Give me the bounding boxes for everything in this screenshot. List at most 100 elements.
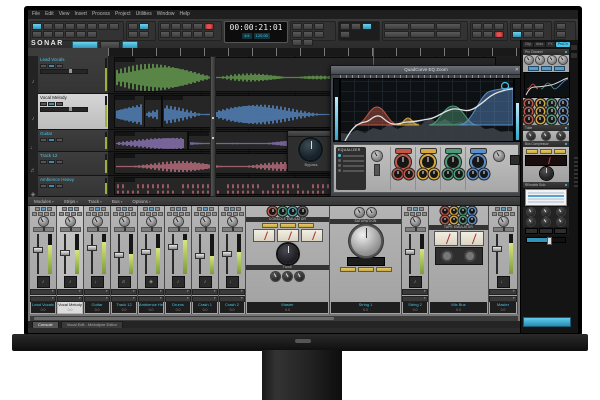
amber-button[interactable] <box>376 267 392 272</box>
strip-button[interactable] <box>119 212 124 216</box>
track-mute-solo-button[interactable] <box>56 160 63 164</box>
tube-knob[interactable] <box>271 272 280 281</box>
track-header-1[interactable]: Lead Vocals <box>38 56 108 94</box>
inspector-bottom-bar[interactable] <box>523 317 571 327</box>
strip-button[interactable] <box>236 207 241 211</box>
reverb-knob[interactable] <box>557 208 565 216</box>
eq-band-gain-knob[interactable] <box>397 156 409 168</box>
toolbar-button[interactable] <box>436 31 461 38</box>
drive-knob[interactable] <box>278 244 298 264</box>
eq-mini-knob[interactable] <box>537 116 544 123</box>
eq-mode-option[interactable] <box>338 164 364 167</box>
strip-button[interactable] <box>104 212 109 216</box>
channel-fader[interactable] <box>138 233 164 275</box>
strip-button[interactable] <box>155 207 160 211</box>
eq-band-enable-button[interactable] <box>445 148 462 154</box>
strip-button[interactable] <box>59 212 64 216</box>
strip-button[interactable] <box>35 207 40 211</box>
strip-name-cell[interactable]: Lead Vocals0.0 <box>31 302 55 313</box>
inspector-tab-fx[interactable]: FX <box>546 42 554 47</box>
mixer-strip-4[interactable]: ♬Track 120.0 <box>111 206 138 314</box>
strip-button[interactable] <box>510 212 515 216</box>
inspector-tab-clip[interactable]: Clip <box>523 42 533 47</box>
toolbar-button[interactable] <box>87 23 97 30</box>
menu-project[interactable]: Project <box>115 11 131 18</box>
input-select[interactable] <box>165 289 190 295</box>
strip-button[interactable] <box>71 212 76 216</box>
sat-small-knob[interactable] <box>355 208 364 217</box>
toolbar-button[interactable] <box>436 23 461 30</box>
toolbar-button[interactable] <box>76 23 86 30</box>
strip-button[interactable] <box>170 207 175 211</box>
pan-slider[interactable] <box>114 227 135 232</box>
track-mute-solo-button[interactable] <box>48 102 55 106</box>
mixer-strip-2[interactable]: ♪Vocal Melody0.0 <box>57 206 84 314</box>
amber-button[interactable] <box>280 223 296 228</box>
strip-button[interactable] <box>179 212 184 216</box>
strip-button[interactable] <box>89 207 94 211</box>
strip-name-cell[interactable]: String 10.0 <box>331 302 400 313</box>
strip-button[interactable] <box>131 212 136 216</box>
strip-button[interactable] <box>498 212 503 216</box>
menu-view[interactable]: View <box>59 11 70 18</box>
strip-button[interactable] <box>182 207 187 211</box>
mixer-strip-10[interactable]: SATURATION String 10.0 <box>330 206 402 314</box>
console-emulator-header[interactable]: CONSOLE EMULATOR <box>246 217 329 222</box>
toolbar-button[interactable] <box>303 39 313 46</box>
strip-button[interactable] <box>44 212 49 216</box>
strip-button[interactable] <box>128 207 133 211</box>
strip-button[interactable] <box>140 212 145 216</box>
eq-plugin-window[interactable]: QuadCurve EQ Zoom ✕ EQUALIZER <box>330 65 522 197</box>
eq-band-enable-button[interactable] <box>470 148 487 154</box>
strip-button[interactable] <box>143 207 148 211</box>
toolbar-button[interactable] <box>32 23 42 30</box>
tape-knob[interactable] <box>460 208 466 214</box>
toolbar-button[interactable] <box>303 31 313 38</box>
mini-plugin-knob[interactable] <box>300 139 321 160</box>
track-header-2[interactable]: Vocal Melody <box>38 94 108 130</box>
pan-slider[interactable] <box>141 227 162 232</box>
mixer-strip-1[interactable]: ♪Lead Vocals0.0 <box>30 206 57 314</box>
strip-button[interactable] <box>146 212 151 216</box>
strip-name-cell[interactable]: Drums0.0 <box>166 302 190 313</box>
fader-cap[interactable] <box>195 253 205 259</box>
blue-button[interactable] <box>528 66 539 71</box>
tape-header[interactable]: TAPE EMULATOR <box>429 225 488 230</box>
strip-button[interactable] <box>116 207 121 211</box>
saturation-header[interactable]: SATURATION <box>330 219 401 224</box>
dock-tab[interactable]: Vocal Edit - Melodyne Editor <box>61 321 123 328</box>
strip-button[interactable] <box>230 207 235 211</box>
channel-fader[interactable] <box>30 233 56 275</box>
toolbar-button[interactable] <box>182 31 192 38</box>
strip-button[interactable] <box>492 212 497 216</box>
toolbar-button[interactable] <box>494 31 504 38</box>
toolbar-button[interactable] <box>292 39 302 46</box>
toolbar-button[interactable] <box>340 31 350 38</box>
audio-clip[interactable] <box>114 95 146 128</box>
audio-clip[interactable] <box>162 95 354 128</box>
pan-knob[interactable] <box>174 217 183 226</box>
pan-slider[interactable] <box>87 227 108 232</box>
channel-fader[interactable] <box>57 233 83 275</box>
eq-band-freq-q-knob[interactable] <box>480 170 488 178</box>
strip-name-cell[interactable]: String 20.0 <box>403 302 427 313</box>
compressor-header[interactable]: Bus Compressor <box>523 141 569 147</box>
strip-button[interactable] <box>125 212 130 216</box>
strip-button[interactable] <box>239 212 244 216</box>
channel-fader[interactable] <box>219 233 245 275</box>
toolbar-button[interactable] <box>314 31 324 38</box>
pan-knob[interactable] <box>39 217 48 226</box>
fader-cap[interactable] <box>405 249 415 255</box>
console-menu-modules[interactable]: Modules <box>34 197 54 205</box>
reverb-knob[interactable] <box>527 218 535 226</box>
strip-name-cell[interactable]: Crash 10.0 <box>193 302 217 313</box>
prochannel-eq-graph[interactable] <box>524 72 570 98</box>
strip-button[interactable] <box>212 212 217 216</box>
strip-button[interactable] <box>200 212 205 216</box>
channel-fader[interactable] <box>111 233 137 275</box>
toolbar-button[interactable] <box>76 31 86 38</box>
amber-button[interactable] <box>298 223 314 228</box>
prochannel-knob[interactable] <box>536 56 544 64</box>
pan-slider[interactable] <box>168 227 189 232</box>
comp-big-knob[interactable] <box>540 167 553 180</box>
